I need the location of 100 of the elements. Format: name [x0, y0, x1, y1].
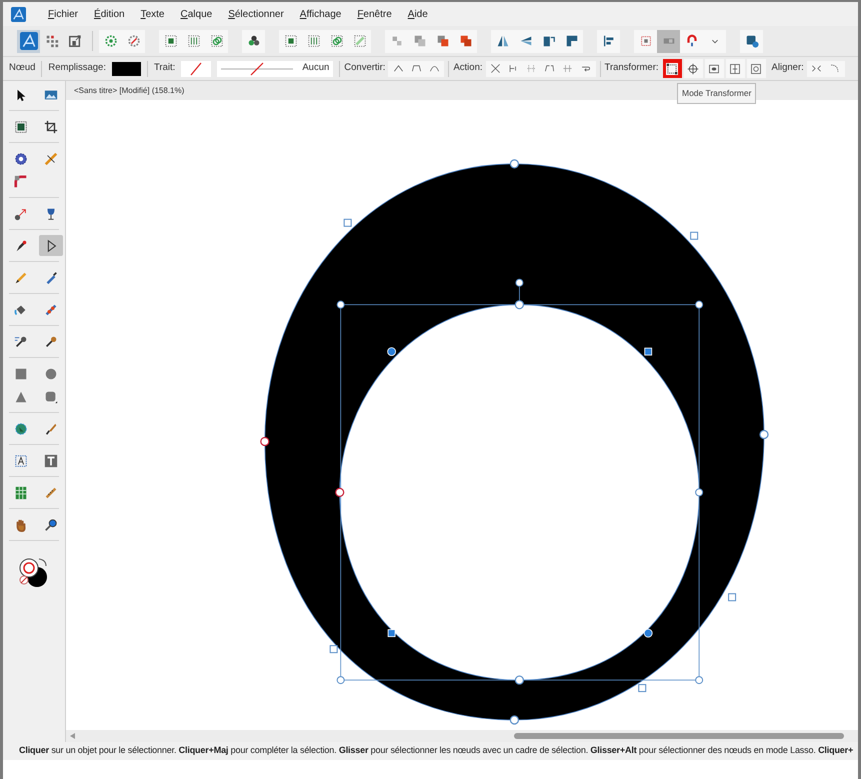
three-circles-icon: [246, 34, 260, 48]
gear-icon: [104, 34, 118, 48]
export-icon: [68, 34, 82, 48]
node-handle[interactable]: [330, 645, 338, 654]
toolbar-button[interactable]: [242, 30, 265, 52]
flip-horizontal-icon: [496, 34, 510, 48]
align-nodes-icon: [811, 63, 822, 74]
menu-item[interactable]: Calque: [172, 6, 220, 22]
brush-icon: [44, 270, 58, 284]
letter-o-shape[interactable]: [264, 164, 764, 720]
bounding-box-handle[interactable]: [336, 300, 345, 309]
curve-align-icon: [829, 63, 840, 74]
circle-icon: [44, 366, 58, 380]
menu-item[interactable]: Affichage: [292, 6, 350, 22]
text-frame-icon: [14, 454, 28, 468]
toolbar-button[interactable]: [560, 30, 583, 52]
stacked-squares-icon: [458, 34, 472, 48]
status-text: Cliquer sur un objet pour le sélectionner. Cliquer+Maj pour compléter la sélection. Glisser pour sélectionner les nœuds avec un cadre de sélection. Glisser+Alt pour sélectionner des nœuds en mode Lasso. Cliquer+: [19, 744, 854, 758]
rounded-square-icon: [44, 390, 58, 404]
eye-box-icon: [708, 62, 720, 74]
fill-label: Remplissage:: [47, 61, 107, 76]
node-handle[interactable]: [728, 593, 736, 602]
break-curve-icon: [490, 63, 501, 74]
stacked-squares-icon: [412, 34, 426, 48]
toolbar-button[interactable]: [279, 30, 302, 52]
snapping-grid-icon: [638, 34, 652, 48]
menu-item[interactable]: Fichier: [40, 6, 86, 22]
toolbar-button[interactable]: [740, 30, 763, 52]
node-handle[interactable]: [638, 684, 646, 692]
bounding-box-handle[interactable]: [695, 676, 704, 684]
artboard-icon: [14, 120, 28, 134]
pen-icon: [14, 238, 28, 252]
toolbar-button[interactable]: [454, 30, 477, 52]
menu-item[interactable]: Édition: [86, 6, 133, 22]
align-label: Aligner:: [770, 61, 805, 76]
crop-icon: [44, 120, 58, 134]
node-handle[interactable]: [690, 232, 698, 240]
smooth-corner-icon: [410, 63, 422, 74]
text-icon: [44, 454, 58, 468]
align-left-icon: [602, 34, 616, 48]
selection-square-icon: [284, 34, 298, 48]
stroke-width-field[interactable]: Aucun: [217, 60, 334, 76]
toolbar-button[interactable]: [159, 30, 182, 52]
dropper-icon: [44, 334, 58, 348]
persona-label: Nœud: [8, 61, 36, 76]
stacked-squares-icon: [390, 34, 404, 48]
table-icon: [14, 486, 28, 500]
fill-swatch[interactable]: [112, 62, 141, 76]
gear-icon: [14, 152, 28, 166]
bounding-box-handle[interactable]: [695, 300, 704, 309]
split-icon: [562, 63, 573, 74]
scrollbar-thumb[interactable]: [514, 733, 844, 739]
node-handle[interactable]: [260, 436, 270, 446]
transform-mode-button[interactable]: [684, 59, 703, 78]
node-handle[interactable]: [759, 430, 769, 440]
overlapping-rings-icon: [330, 34, 344, 48]
node-handle[interactable]: [335, 488, 344, 497]
smooth-curve-icon: [526, 63, 537, 74]
add-square-icon: [744, 34, 758, 48]
sharp-corner-icon: [392, 63, 404, 74]
zoom-icon: [44, 518, 58, 532]
spray-brush-icon: [44, 302, 58, 316]
node-handle[interactable]: [514, 675, 524, 685]
document-tab[interactable]: <Sans titre> [Modifié] (158.1%): [66, 84, 192, 96]
transform-mode-button[interactable]: [662, 59, 682, 78]
knife-icon: [44, 422, 58, 436]
menu-item[interactable]: Sélectionner: [220, 6, 292, 22]
node-handle[interactable]: [510, 159, 519, 168]
menu-item[interactable]: Texte: [132, 6, 172, 22]
ruler-icon: [44, 486, 58, 500]
action-label: Action:: [452, 61, 484, 76]
node-handle[interactable]: [344, 218, 352, 227]
transform-mode-button[interactable]: [704, 59, 724, 78]
toolbar-button[interactable]: [491, 30, 514, 52]
selection-grid-icon: [186, 34, 200, 48]
tooltip: Mode Transformer: [677, 83, 756, 104]
square-icon: [14, 366, 28, 380]
toolbar-button[interactable]: [597, 30, 620, 52]
menu-item[interactable]: Aide: [400, 6, 436, 22]
tool-button[interactable]: [39, 235, 63, 256]
knife-icon: [44, 152, 58, 166]
pencil-icon: [14, 270, 28, 284]
close-curve-icon: [508, 63, 519, 74]
center-box-icon: [729, 62, 742, 74]
hand-icon: [14, 518, 28, 532]
stroke-swatch[interactable]: [181, 60, 212, 76]
dropper-icon: [14, 334, 28, 348]
overlapping-rings-icon: [210, 34, 224, 48]
app-logo-icon[interactable]: [11, 6, 26, 22]
node-handle[interactable]: [514, 300, 524, 310]
circle-box-icon: [750, 62, 762, 74]
corner-icon: [14, 174, 28, 188]
stacked-squares-icon: [436, 34, 450, 48]
rotation-handle[interactable]: [515, 278, 524, 302]
toolbar-button[interactable]: [680, 30, 703, 52]
menu-item[interactable]: Fenêtre: [349, 6, 400, 22]
bounding-box-handle[interactable]: [336, 676, 345, 684]
node-handle[interactable]: [510, 715, 519, 725]
crosshair-icon: [687, 62, 700, 74]
bounding-box-handle[interactable]: [695, 488, 704, 496]
